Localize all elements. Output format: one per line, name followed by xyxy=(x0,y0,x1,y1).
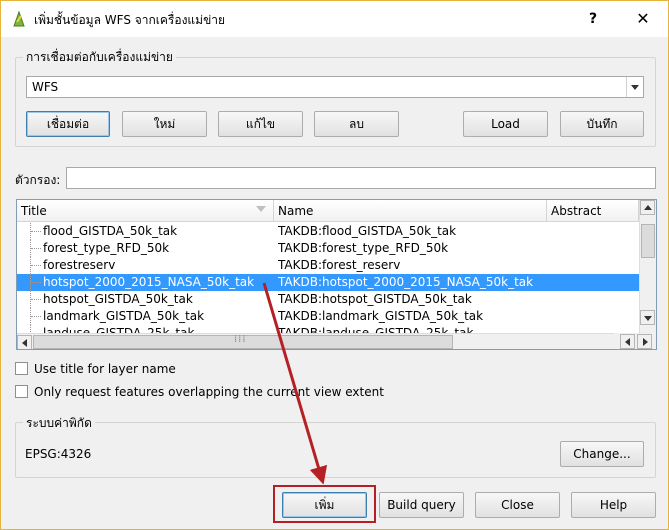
delete-connection-button[interactable]: ลบ xyxy=(314,111,399,137)
table-row-selected[interactable]: hotspot_2000_2015_NASA_50k_tak TAKDB:hot… xyxy=(17,274,639,291)
load-button[interactable]: Load xyxy=(463,111,548,137)
row-name: TAKDB:landmark_GISTDA_50k_tak xyxy=(278,309,484,323)
scroll-right-icon[interactable] xyxy=(637,334,652,349)
close-button[interactable]: Close xyxy=(475,492,560,518)
save-button[interactable]: บันทึก xyxy=(560,111,644,137)
change-crs-button[interactable]: Change... xyxy=(560,441,644,467)
scroll-left-icon[interactable] xyxy=(17,335,32,349)
only-request-checkbox[interactable] xyxy=(15,385,28,398)
use-title-checkbox[interactable] xyxy=(15,362,28,375)
only-request-label: Only request features overlapping the cu… xyxy=(34,385,384,399)
scroll-up-icon[interactable] xyxy=(640,200,655,215)
column-name[interactable]: Name xyxy=(274,200,547,222)
vertical-scrollbar[interactable] xyxy=(639,200,656,333)
connect-button[interactable]: เชื่อมต่อ xyxy=(26,111,110,137)
scroll-down-icon[interactable] xyxy=(640,310,655,325)
title-help-button[interactable]: ? xyxy=(579,7,607,31)
edit-connection-button[interactable]: แก้ไข xyxy=(218,111,303,137)
sort-indicator-icon xyxy=(256,206,266,212)
row-title: landmark_GISTDA_50k_tak xyxy=(43,309,205,323)
column-abstract[interactable]: Abstract xyxy=(547,200,639,222)
new-connection-button[interactable]: ใหม่ xyxy=(122,111,207,137)
crs-value: EPSG:4326 xyxy=(25,447,92,461)
horizontal-scroll-thumb[interactable] xyxy=(33,334,453,349)
window-title: เพิ่มชั้นข้อมูล WFS จากเครื่องแม่ข่าย xyxy=(34,13,226,27)
build-query-button[interactable]: Build query xyxy=(379,492,464,518)
connection-select-value: WFS xyxy=(32,80,59,94)
tree-line-icon xyxy=(30,223,42,240)
table-row[interactable]: forest_type_RFD_50k TAKDB:forest_type_RF… xyxy=(17,240,639,257)
scroll-left-icon[interactable] xyxy=(620,334,635,349)
row-title: hotspot_GISTDA_50k_tak xyxy=(43,292,193,306)
qgis-logo-icon xyxy=(11,10,27,28)
row-name: TAKDB:forest_type_RFD_50k xyxy=(278,241,449,255)
column-title[interactable]: Title xyxy=(17,200,274,222)
crs-group-title: ระบบค่าพิกัด xyxy=(23,414,95,433)
tree-line-icon xyxy=(30,308,42,325)
layer-table: Title Name Abstract flood_GISTDA_50k_tak… xyxy=(16,199,657,350)
connection-select[interactable]: WFS xyxy=(26,76,644,98)
row-name: TAKDB:hotspot_2000_2015_NASA_50k_tak xyxy=(278,275,534,289)
row-name: TAKDB:hotspot_GISTDA_50k_tak xyxy=(278,292,472,306)
tree-line-icon xyxy=(30,240,42,257)
row-title: landuse_GISTDA_25k_tak xyxy=(43,326,195,333)
table-row[interactable]: landmark_GISTDA_50k_tak TAKDB:landmark_G… xyxy=(17,308,639,325)
row-title: flood_GISTDA_50k_tak xyxy=(43,224,178,238)
wfs-dialog-window: เพิ่มชั้นข้อมูล WFS จากเครื่องแม่ข่าย ? … xyxy=(0,0,669,530)
title-close-button[interactable]: ✕ xyxy=(629,7,657,31)
title-bar: เพิ่มชั้นข้อมูล WFS จากเครื่องแม่ข่าย ? … xyxy=(1,1,668,37)
scroll-corner xyxy=(614,333,656,349)
row-title: forest_type_RFD_50k xyxy=(43,241,170,255)
row-title: forestreserv xyxy=(43,258,116,272)
add-button-highlight xyxy=(273,485,376,523)
tree-line-icon xyxy=(30,274,42,291)
chevron-down-icon xyxy=(626,77,643,97)
tree-line-icon xyxy=(30,257,42,274)
table-row[interactable]: forestreserv TAKDB:forest_reserv xyxy=(17,257,639,274)
row-name: TAKDB:landuse_GISTDA_25k_tak xyxy=(278,326,474,333)
server-connections-title: การเชื่อมต่อกับเครื่องแม่ข่าย xyxy=(23,48,176,67)
table-header: Title Name Abstract xyxy=(17,200,639,222)
table-row[interactable]: hotspot_GISTDA_50k_tak TAKDB:hotspot_GIS… xyxy=(17,291,639,308)
tree-line-icon xyxy=(30,291,42,308)
help-button[interactable]: Help xyxy=(571,492,656,518)
row-name: TAKDB:flood_GISTDA_50k_tak xyxy=(278,224,457,238)
row-name: TAKDB:forest_reserv xyxy=(278,258,401,272)
vertical-scroll-thumb[interactable] xyxy=(641,224,655,258)
filter-input[interactable] xyxy=(66,167,656,189)
filter-label: ตัวกรอง: xyxy=(15,173,61,187)
table-row[interactable]: landuse_GISTDA_25k_tak TAKDB:landuse_GIS… xyxy=(17,325,639,333)
row-title: hotspot_2000_2015_NASA_50k_tak xyxy=(43,275,255,289)
table-body: flood_GISTDA_50k_tak TAKDB:flood_GISTDA_… xyxy=(17,223,639,333)
use-title-label: Use title for layer name xyxy=(34,362,176,376)
tree-line-icon xyxy=(30,325,42,333)
horizontal-scrollbar[interactable] xyxy=(17,333,639,349)
table-row[interactable]: flood_GISTDA_50k_tak TAKDB:flood_GISTDA_… xyxy=(17,223,639,240)
